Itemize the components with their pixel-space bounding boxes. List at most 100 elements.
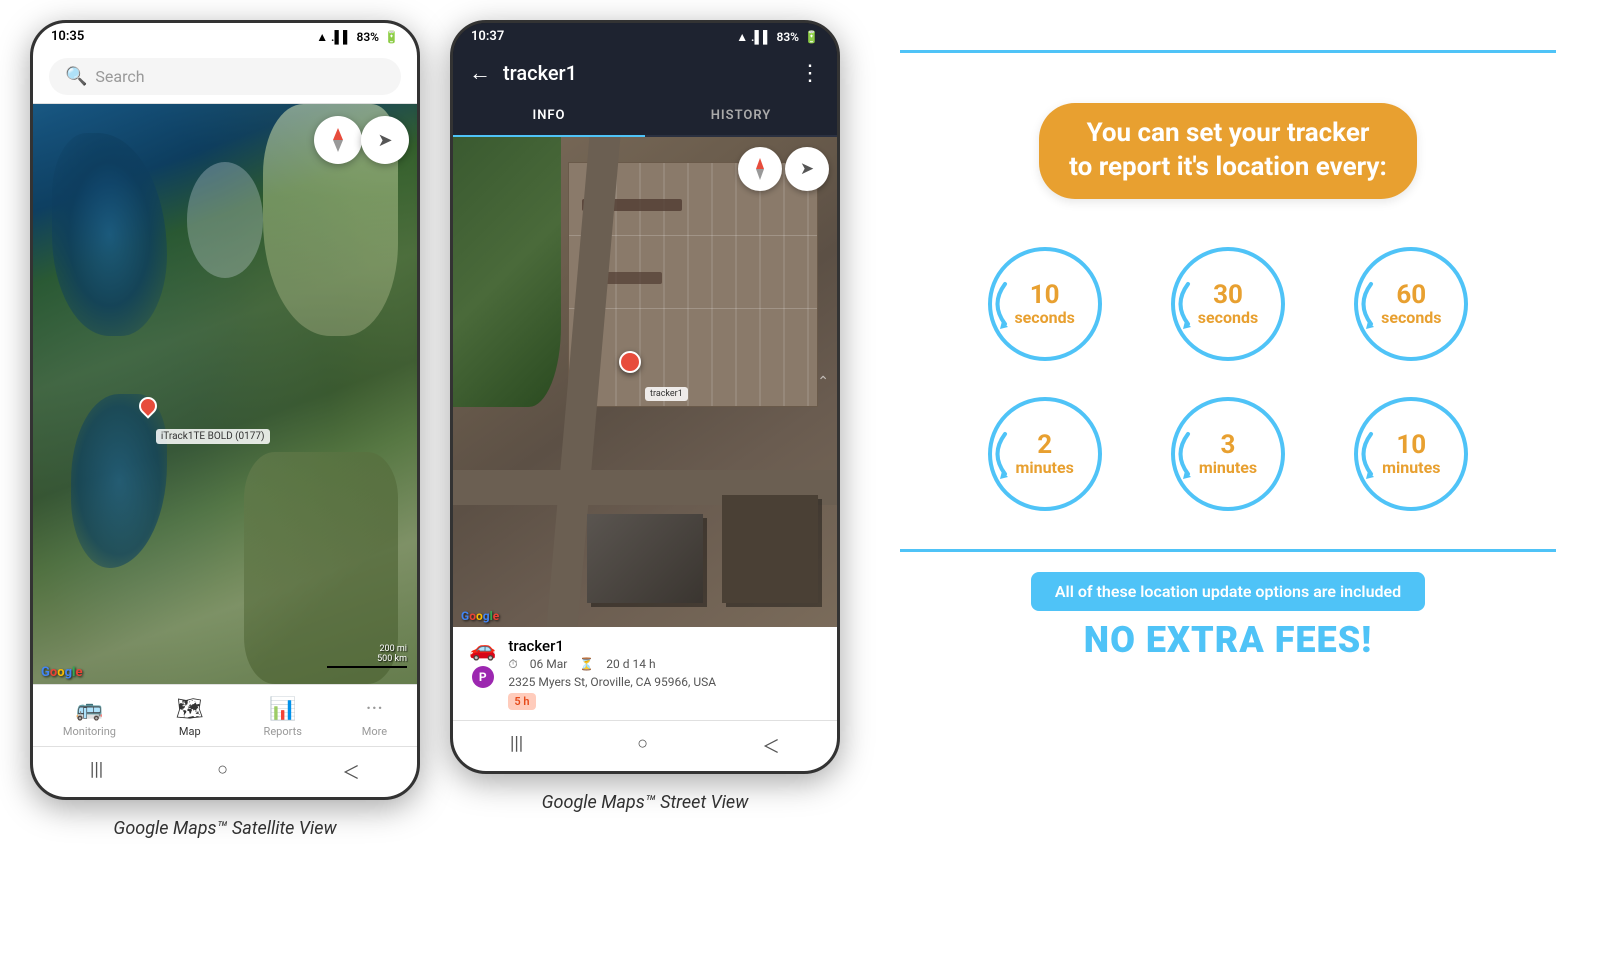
back-button[interactable]: ← [469,60,491,86]
navigation-button[interactable]: ➤ [361,116,409,164]
tracker-title: tracker1 [503,61,787,85]
unit-2m: minutes [1016,459,1074,477]
battery-1: 83% [356,30,379,44]
circle-10s: 10 seconds [968,239,1121,369]
search-field[interactable]: 🔍 Search [49,58,401,95]
tracker-car-pin [619,351,641,373]
monitoring-label: Monitoring [63,725,116,738]
reports-label: Reports [264,725,302,738]
scale-km: 500 km [377,654,407,664]
compass-north [333,128,343,140]
scroll-indicator[interactable]: ⌃ [817,374,829,390]
navigation-button-2[interactable]: ➤ [785,147,829,191]
tracker-p-badge: P [472,666,494,688]
tracker-date: 06 Mar [530,657,568,672]
infographic-panel: You can set your trackerto report it's l… [870,20,1586,681]
num-3m: 3 [1221,431,1236,460]
circle-wrapper-2m: 2 minutes [980,389,1110,519]
google-logo-2: Google [461,609,499,623]
reports-icon: 📊 [269,697,296,722]
satellite-map-area[interactable]: ➤ iTrack1TE BOLD (0177) Google 200 mi 50… [33,104,417,684]
unit-60s: seconds [1381,309,1441,327]
compass-north-2 [756,158,764,169]
aerial-map[interactable]: ➤ tracker1 Google ⌃ [453,137,837,627]
android-back-btn[interactable]: ＜ [326,755,376,789]
status-right-2: ▲ .▌▌ 83% 🔋 [736,30,819,44]
android-menu-btn-2[interactable]: ||| [494,729,539,763]
num-60s: 60 [1396,281,1426,310]
unit-30s: seconds [1198,309,1258,327]
android-home-btn-2[interactable]: ○ [621,729,664,763]
circle-wrapper-3m: 3 minutes [1163,389,1293,519]
tab-history[interactable]: HISTORY [645,96,837,135]
compass-inner [326,128,350,152]
num-10s: 10 [1030,281,1060,310]
pin-head-1 [135,393,160,418]
num-30s: 30 [1213,281,1243,310]
circle-10m: 10 minutes [1335,389,1488,519]
circle-wrapper-60s: 60 seconds [1346,239,1476,369]
tracker-info-content: tracker1 ⏱ 06 Mar ⏳ 20 d 14 h 2325 Myers… [508,637,821,710]
battery-2: 83% [776,30,799,44]
compass-south-2 [756,169,764,180]
circle-3m: 3 minutes [1151,389,1304,519]
green-area [453,137,561,407]
search-placeholder: Search [95,67,144,86]
map-icon: 🗺 [176,697,204,722]
divider-mid [900,549,1556,552]
tab-info[interactable]: INFO [453,96,645,137]
headline-text: You can set your trackerto report it's l… [1069,118,1387,182]
tracker-meta: ⏱ 06 Mar ⏳ 20 d 14 h [508,657,821,672]
circle-text-3m: 3 minutes [1163,389,1293,519]
compass-button-2[interactable] [738,147,782,191]
circle-text-10m: 10 minutes [1346,389,1476,519]
phone2-frame: 10:37 ▲ .▌▌ 83% 🔋 ← tracker1 ⋮ INFO HIST… [450,20,840,774]
circle-2m: 2 minutes [968,389,1121,519]
nav-item-map[interactable]: 🗺 Map [166,693,214,742]
search-icon: 🔍 [65,66,87,87]
duration-icon: ⏳ [579,657,594,672]
signal-icon-1: ▲ .▌▌ [316,30,351,44]
num-10m: 10 [1396,431,1426,460]
nav-item-reports[interactable]: 📊 Reports [254,693,312,742]
signal-icon-2: ▲ .▌▌ [736,30,771,44]
android-nav-1: ||| ○ ＜ [33,746,417,797]
building-2 [722,495,818,603]
tracker-info-row: 🚗 P tracker1 ⏱ 06 Mar ⏳ 20 d 14 h 2325 M… [469,637,821,710]
circle-text-10s: 10 seconds [980,239,1110,369]
nav-icon-2: ➤ [800,159,814,179]
tracker-tabs: INFO HISTORY [453,96,837,137]
tracker-car-icon: 🚗 [469,637,496,662]
since-badge: 5 h [508,693,535,710]
circle-text-2m: 2 minutes [980,389,1110,519]
scale-line [327,666,407,668]
tracker-duration: 20 d 14 h [606,657,655,672]
satellite-map: ➤ iTrack1TE BOLD (0177) Google 200 mi 50… [33,104,417,684]
phone1-container: 10:35 ▲ .▌▌ 83% 🔋 🔍 Search [30,20,420,839]
circle-text-60s: 60 seconds [1346,239,1476,369]
scale-mi: 200 mi [380,644,408,654]
num-2m: 2 [1037,431,1052,460]
tracker-info-panel: 🚗 P tracker1 ⏱ 06 Mar ⏳ 20 d 14 h 2325 M… [453,627,837,720]
more-options-button[interactable]: ⋮ [799,61,821,86]
circles-grid: 10 seconds 30 seconds [968,239,1488,519]
phone1-caption: Google Maps™ Satellite View [113,818,336,839]
included-badge: All of these location update options are… [1031,572,1425,611]
nav-item-monitoring[interactable]: 🚌 Monitoring [53,693,126,742]
tracker-icons: 🚗 P [469,637,496,688]
circle-30s: 30 seconds [1151,239,1304,369]
more-icon: ··· [366,697,383,722]
battery-icon-1: 🔋 [384,30,399,44]
android-home-btn[interactable]: ○ [201,755,244,789]
nav-item-more[interactable]: ··· More [352,693,397,742]
circle-wrapper-10m: 10 minutes [1346,389,1476,519]
more-label: More [362,725,387,738]
compass-button[interactable] [314,116,362,164]
android-menu-btn[interactable]: ||| [74,755,119,789]
android-nav-2: ||| ○ ＜ [453,720,837,771]
android-back-btn-2[interactable]: ＜ [746,729,796,763]
map-label: Map [179,725,201,738]
unit-10m: minutes [1382,459,1440,477]
tracker-header: ← tracker1 ⋮ [453,50,837,96]
divider-top [900,50,1556,53]
